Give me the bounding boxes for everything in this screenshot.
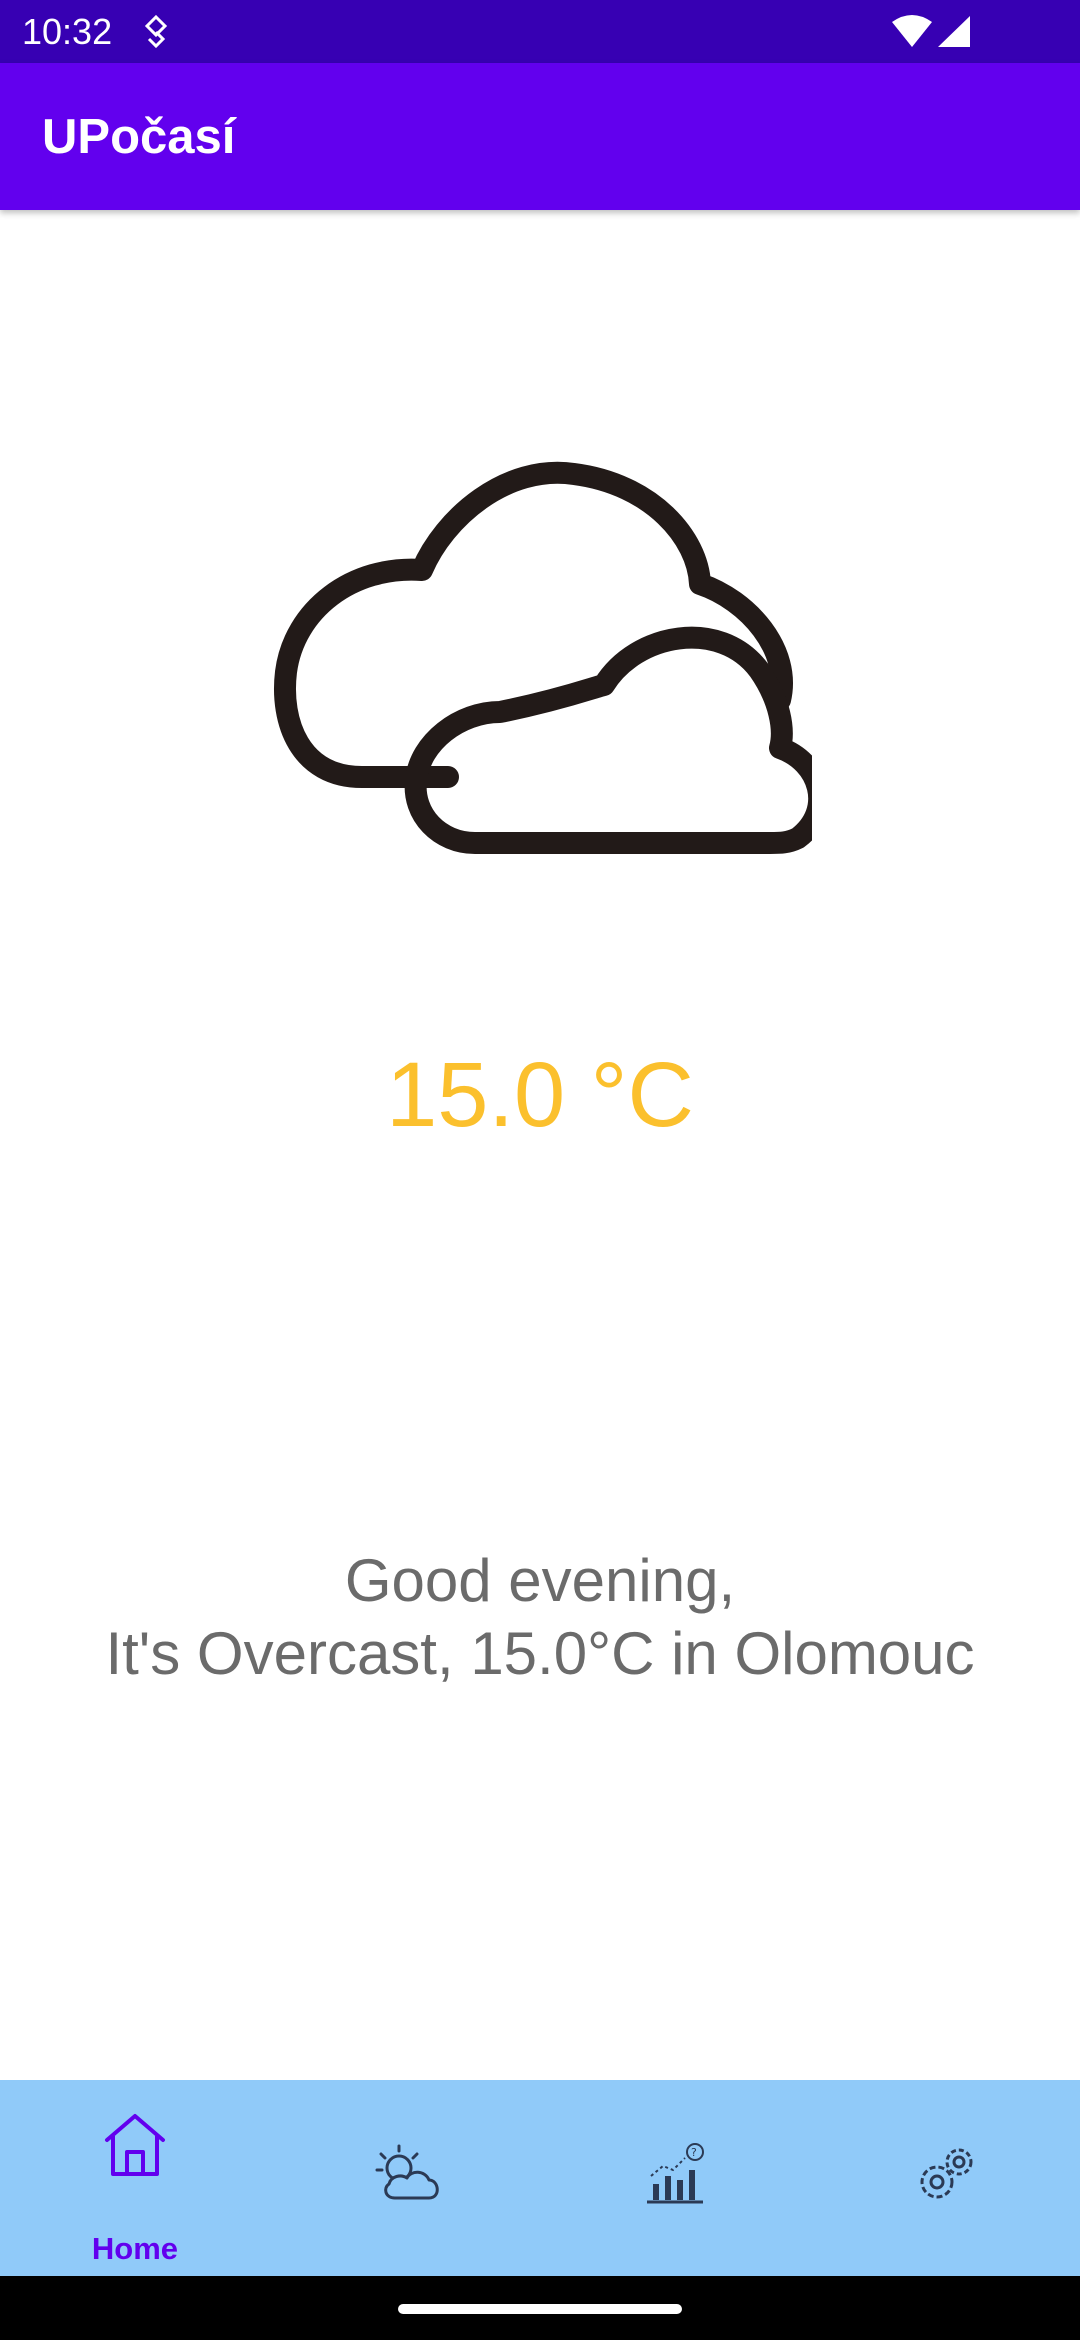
app-title: UPočasí: [42, 110, 236, 164]
current-temperature: 15.0 °C: [386, 1044, 694, 1146]
partly-cloudy-icon: [373, 2144, 443, 2209]
cloudy-icon: [272, 450, 831, 875]
svg-text:?: ?: [691, 2146, 697, 2159]
gesture-home-handle[interactable]: [398, 2304, 682, 2314]
weather-summary: It's Overcast, 15.0°C in Olomouc: [105, 1620, 975, 1687]
nav-item-settings[interactable]: [810, 2080, 1080, 2276]
settings-icon: [913, 2142, 979, 2213]
status-time: 10:32: [22, 11, 113, 52]
wifi-icon: [890, 14, 934, 53]
nav-item-statistics[interactable]: ?: [540, 2080, 810, 2276]
data-saver-icon: [143, 14, 169, 53]
greeting-message: Good evening, It's Overcast, 15.0°C in O…: [0, 1544, 1080, 1690]
app-bar: UPočasí: [0, 63, 1080, 210]
cellular-signal-icon: [936, 14, 972, 53]
home-icon: [103, 2110, 167, 2185]
bottom-navigation: Home ?: [0, 2080, 1080, 2276]
greeting-line: Good evening,: [344, 1547, 736, 1614]
chart-icon: ?: [643, 2142, 707, 2211]
status-bar: 10:32: [0, 0, 1080, 63]
nav-item-home[interactable]: Home: [0, 2080, 270, 2276]
nav-item-forecast[interactable]: [270, 2080, 540, 2276]
system-navigation-bar: [0, 2276, 1080, 2340]
nav-label-home: Home: [91, 2231, 179, 2266]
